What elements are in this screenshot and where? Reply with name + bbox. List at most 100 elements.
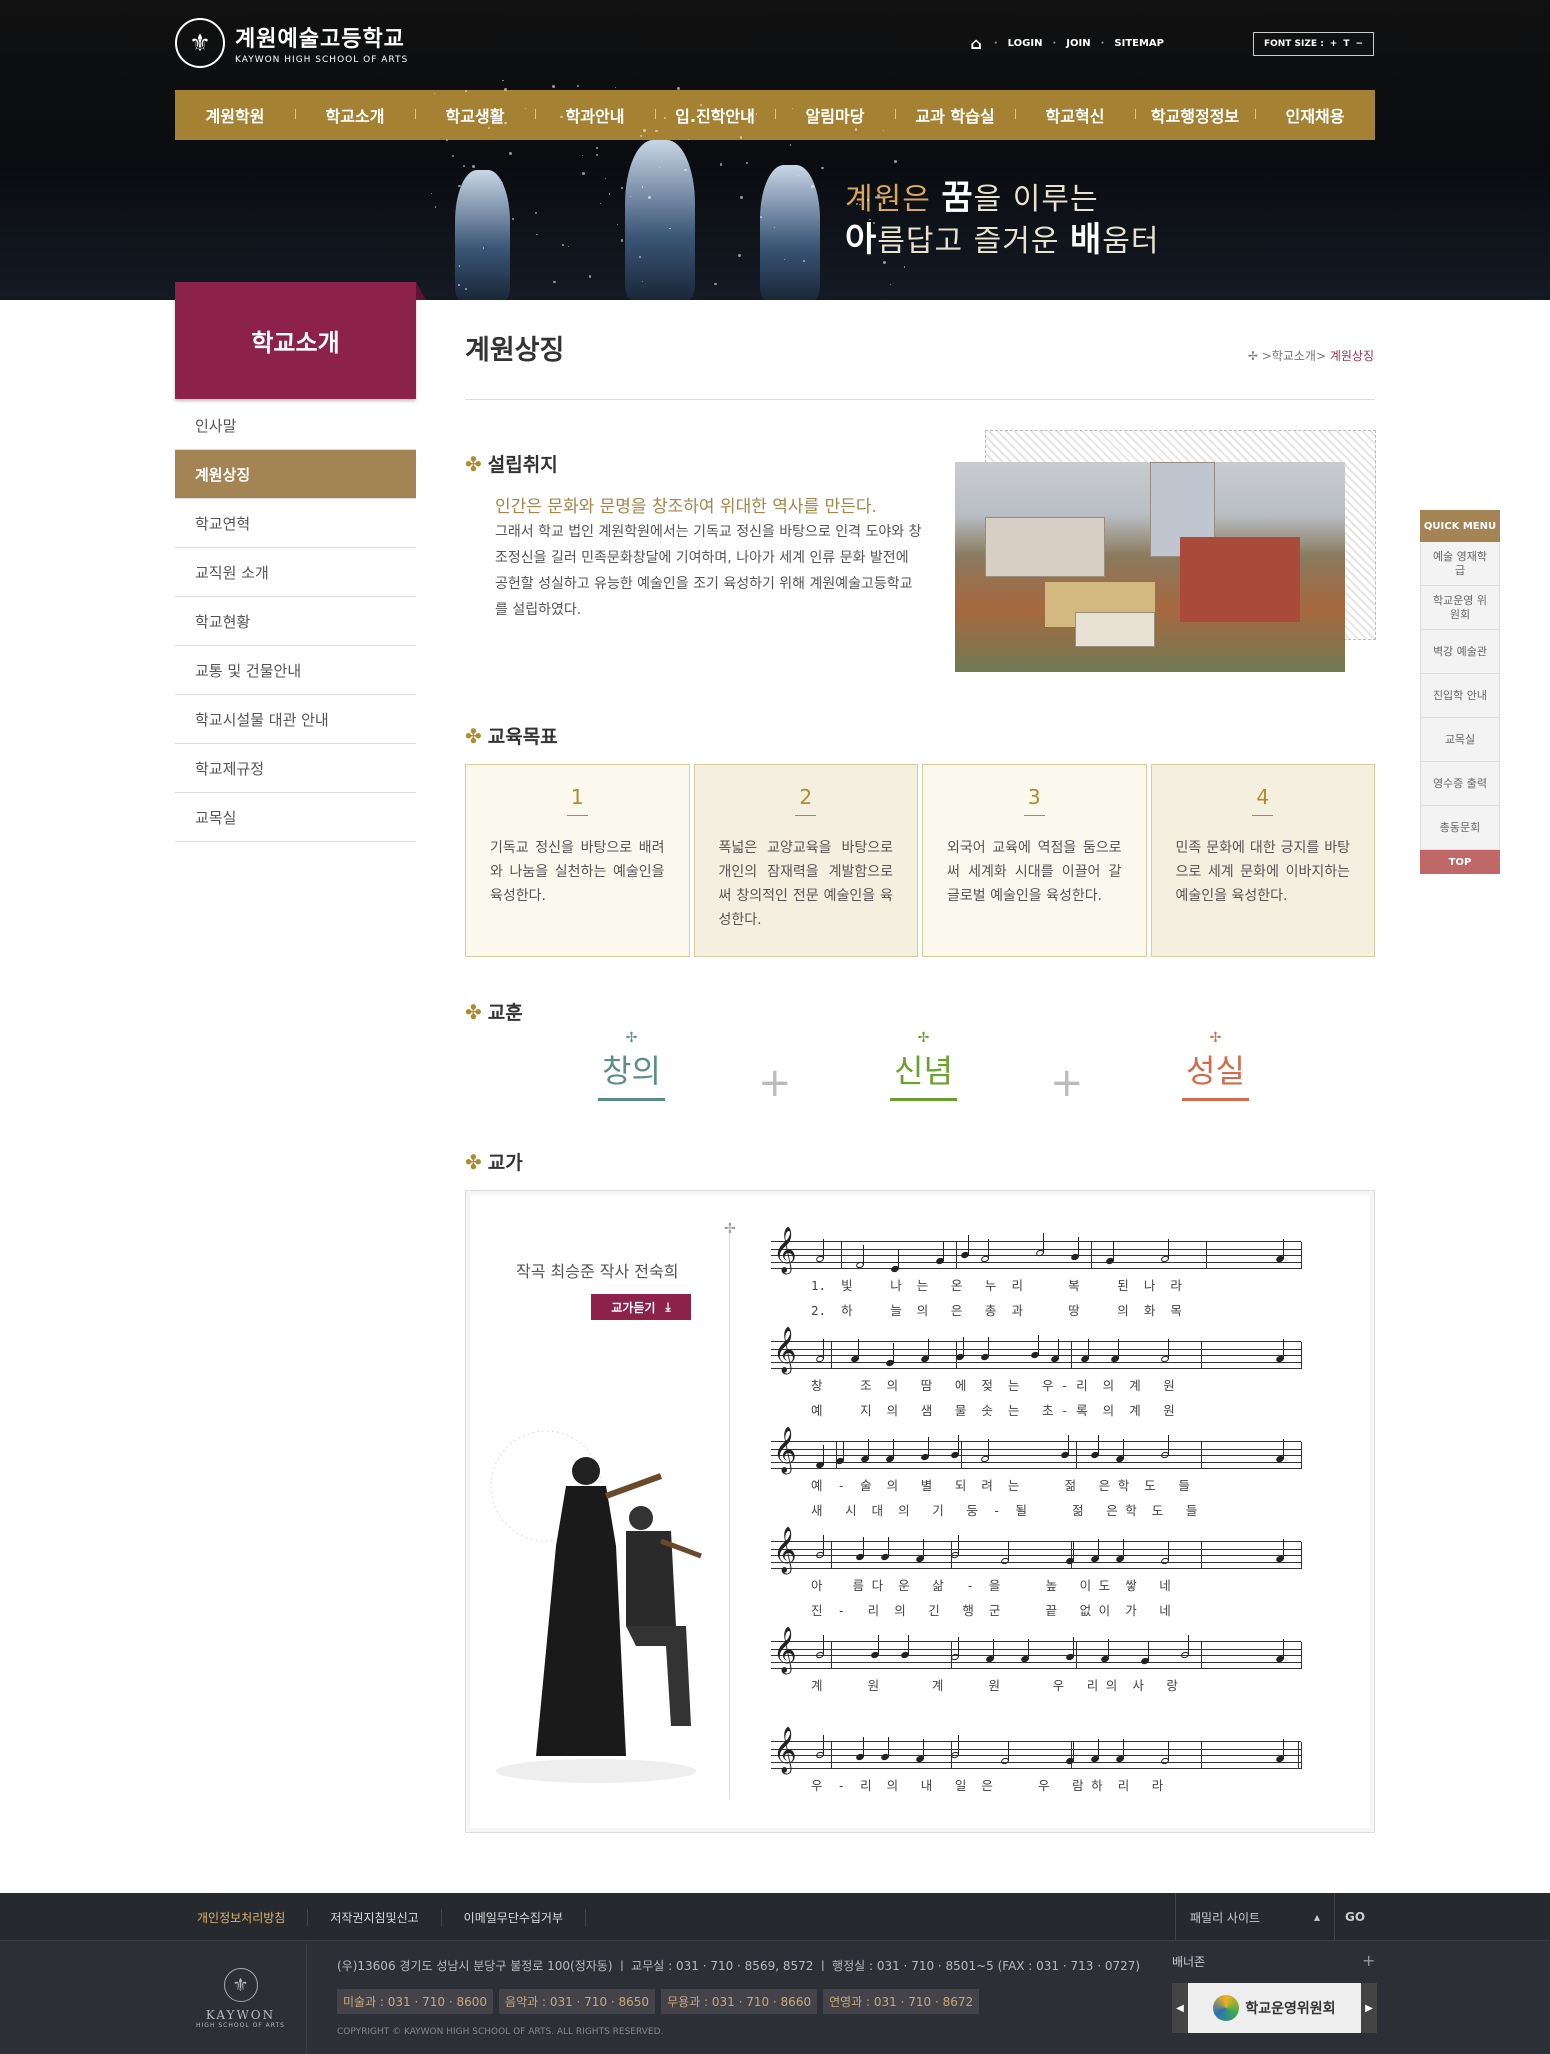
nav-item-school-intro[interactable]: 학교소개 (295, 103, 415, 127)
lyric-line: 예 지 의 샘 물 솟 는 초 - 록 의 계 원 (811, 1403, 1175, 1418)
note-stem (923, 1739, 924, 1759)
sidebar-item-chaplain[interactable]: 교목실 (175, 793, 416, 842)
email-policy-link[interactable]: 이메일무단수집거부 (442, 1908, 587, 1926)
site-logo[interactable]: ⚜ 계원예술고등학교 KAYWON HIGH SCHOOL OF ARTS (175, 18, 408, 68)
plus-icon[interactable]: + (1362, 1951, 1375, 1970)
sparkle-decoration (641, 186, 644, 188)
breadcrumb: ✢ >학교소개> 계원상징 (1248, 347, 1374, 364)
go-button[interactable]: GO (1335, 1893, 1375, 1941)
sparkle-decoration (811, 185, 814, 188)
home-icon[interactable]: ⌂ (970, 34, 981, 53)
home-cross-icon[interactable]: ✢ (1248, 349, 1262, 363)
nav-item-admin-info[interactable]: 학교행정정보 (1135, 103, 1255, 127)
nav-item-school-life[interactable]: 학교생활 (415, 103, 535, 127)
sidebar-item-directions[interactable]: 교통 및 건물안내 (175, 646, 416, 695)
sparkle-decoration (464, 288, 467, 290)
page-title: 계원상징 (465, 335, 565, 366)
sparkle-decoration (789, 144, 792, 146)
bar-line (1071, 1742, 1072, 1769)
next-arrow-icon[interactable]: ▶ (1361, 1983, 1377, 2033)
quick-item-admission[interactable]: 진입학 안내 (1420, 674, 1500, 718)
sidebar-item-symbol[interactable]: 계원상징 (175, 450, 416, 499)
family-site-select[interactable]: 패밀리 사이트 ▴ (1175, 1893, 1335, 1941)
motto-belief: ✢ 신념 (890, 1030, 957, 1101)
note-stem (943, 1241, 944, 1261)
bar-line (1301, 1642, 1302, 1669)
logo-emblem-icon: ⚜ (223, 1968, 258, 2002)
treble-clef-icon: 𝄞 (773, 1427, 797, 1473)
quick-item-arts-hall[interactable]: 벽강 예술관 (1420, 630, 1500, 674)
join-link[interactable]: JOIN (1066, 38, 1090, 49)
page: ⚜ 계원예술고등학교 KAYWON HIGH SCHOOL OF ARTS ⌂ … (0, 0, 1550, 2054)
quick-item-alumni[interactable]: 총동문회 (1420, 806, 1500, 850)
quick-item-chaplain[interactable]: 교목실 (1420, 718, 1500, 762)
privacy-policy-link[interactable]: 개인정보처리방침 (175, 1908, 309, 1926)
note-stem (963, 1337, 964, 1357)
section-title-motto: ✤ 교훈 (465, 998, 523, 1025)
nav-item-notices[interactable]: 알림마당 (775, 103, 895, 127)
listen-song-button[interactable]: 교가듣기 ⤓ (591, 1294, 691, 1320)
sidebar-item-status[interactable]: 학교현황 (175, 597, 416, 646)
note-stem (888, 1537, 889, 1557)
bar-line (831, 1542, 832, 1569)
campus-photo (955, 462, 1345, 672)
sitemap-link[interactable]: SITEMAP (1114, 38, 1164, 49)
scroll-top-button[interactable]: TOP (1420, 850, 1500, 874)
sidebar-item-staff[interactable]: 교직원 소개 (175, 548, 416, 597)
lyric-line: 1. 빛 나 는 온 누 리 복 된 나 라 (811, 1278, 1182, 1293)
motto-sincerity: ✢ 성실 (1182, 1030, 1249, 1101)
prev-arrow-icon[interactable]: ◀ (1172, 1983, 1188, 2033)
sparkle-decoration (684, 168, 687, 172)
nav-item-recruit[interactable]: 인재채용 (1255, 103, 1375, 127)
sparkle-decoration (577, 84, 580, 87)
nav-item-departments[interactable]: 학과안내 (535, 103, 655, 127)
sparkle-decoration (501, 181, 503, 183)
quick-item-receipt[interactable]: 영수증 출력 (1420, 762, 1500, 806)
copyright-policy-link[interactable]: 저작권지침및신고 (308, 1908, 442, 1926)
font-reset-button[interactable]: T (1343, 39, 1349, 49)
sparkle-decoration (472, 165, 476, 168)
note-stem (878, 1635, 879, 1655)
note-stem (1008, 1541, 1009, 1561)
nav-item-classroom[interactable]: 교과 학습실 (895, 103, 1015, 127)
founding-body: 그래서 학교 법인 계원학원에서는 기독교 정신을 바탕으로 인격 도야와 창조… (495, 524, 922, 618)
note-stem (968, 1235, 969, 1255)
banner-zone-title: 배너존 (1172, 1955, 1206, 1969)
breadcrumb-parent[interactable]: >학교소개 (1262, 349, 1316, 363)
bar-line (1071, 1342, 1072, 1369)
treble-clef-icon: 𝄞 (773, 1727, 797, 1773)
note-stem (1108, 1639, 1109, 1659)
quick-item-committee[interactable]: 학교운영 위원회 (1420, 586, 1500, 630)
hero-slogan: 계원은 꿈을 이루는 아름답고 즐거운 배움터 (845, 178, 1159, 262)
note-stem (1068, 1435, 1069, 1455)
note-stem (1098, 1539, 1099, 1559)
note-stem (1283, 1339, 1284, 1359)
sparkle-decoration (621, 187, 623, 189)
music-staff: 𝄞 (771, 1330, 1302, 1370)
banner-item[interactable]: 학교운영위원회 (1188, 1995, 1361, 2021)
breadcrumb-sep: > (1315, 349, 1330, 363)
bar-line (961, 1442, 962, 1469)
sidebar-item-regulations[interactable]: 학교제규정 (175, 744, 416, 793)
font-increase-button[interactable]: + (1330, 39, 1338, 49)
sparkle-decoration (434, 206, 437, 208)
lyric-line: 아 름 다 운 삶 - 을 높 이 도 쌓 네 (811, 1578, 1171, 1593)
sidebar-item-rental[interactable]: 학교시설물 대관 안내 (175, 695, 416, 744)
login-link[interactable]: LOGIN (1008, 38, 1043, 49)
quick-item-gifted[interactable]: 예술 영재학급 (1420, 542, 1500, 586)
sidebar-item-history[interactable]: 학교연혁 (175, 499, 416, 548)
font-decrease-button[interactable]: − (1355, 39, 1363, 49)
quick-menu: QUICK MENU 예술 영재학급 학교운영 위원회 벽강 예술관 진입학 안… (1420, 510, 1500, 874)
lyric-line: 새 시 대 의 기 둥 - 될 젊 은 학 도 들 (811, 1503, 1198, 1518)
sparkle-decoration (883, 260, 887, 264)
sparkle-decoration (509, 152, 512, 155)
sparkle-decoration (620, 239, 624, 242)
sidebar-item-greeting[interactable]: 인사말 (175, 401, 416, 450)
nav-item-kaywon-foundation[interactable]: 계원학원 (175, 103, 295, 127)
nav-item-admissions[interactable]: 입.진학안내 (655, 103, 775, 127)
note-stem (1073, 1541, 1074, 1561)
music-row: 𝄞 아 름 다 운 삶 - 을 높 이 도 쌓 네진 - 리 의 긴 행 군 끝 … (771, 1530, 1302, 1619)
sparkle-decoration (740, 196, 743, 199)
nav-item-innovation[interactable]: 학교혁신 (1015, 103, 1135, 127)
dancer-image (455, 170, 510, 300)
